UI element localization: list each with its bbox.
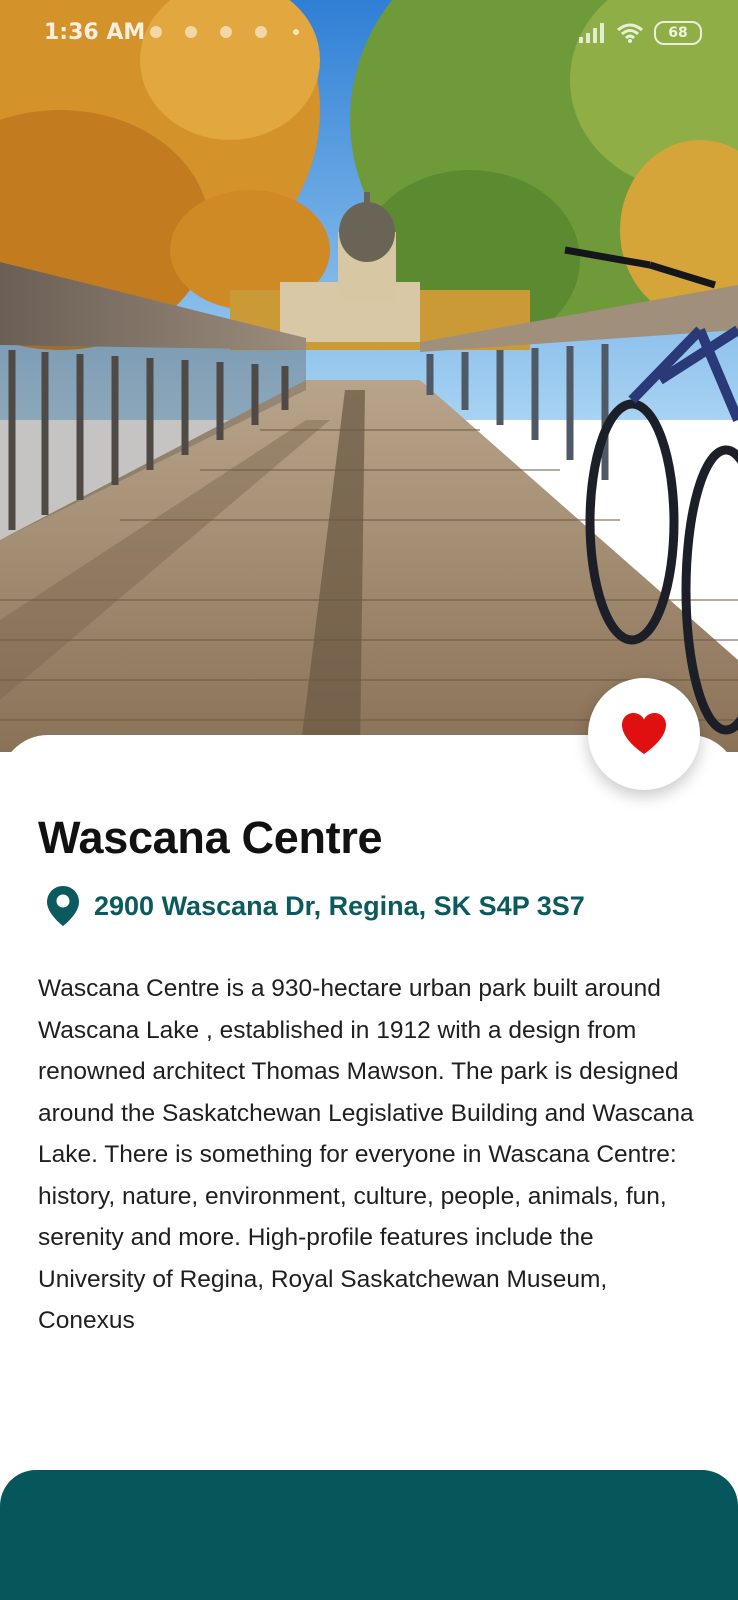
battery-icon: 68: [654, 21, 702, 45]
status-icons: 68: [578, 20, 702, 46]
notification-icons: [150, 26, 299, 38]
place-title: Wascana Centre: [38, 812, 383, 863]
wifi-icon: [617, 23, 643, 43]
address-text: 2900 Wascana Dr, Regina, SK S4P 3S7: [94, 890, 585, 921]
favorite-button[interactable]: [588, 678, 700, 790]
hero-photo: [0, 0, 738, 752]
signal-icon: [579, 23, 604, 43]
status-bar: 1:36 AM 68: [0, 0, 738, 68]
status-time: 1:36 AM: [44, 20, 146, 45]
hero-photo-scene: [0, 0, 738, 752]
battery-level: 68: [668, 25, 688, 41]
place-description: Wascana Centre is a 930-hectare urban pa…: [38, 975, 694, 1334]
map-pin-icon: [47, 886, 79, 926]
address-row[interactable]: 2900 Wascana Dr, Regina, SK S4P 3S7: [46, 884, 585, 928]
heart-icon: [622, 713, 666, 754]
bottom-panel[interactable]: [0, 1470, 738, 1600]
